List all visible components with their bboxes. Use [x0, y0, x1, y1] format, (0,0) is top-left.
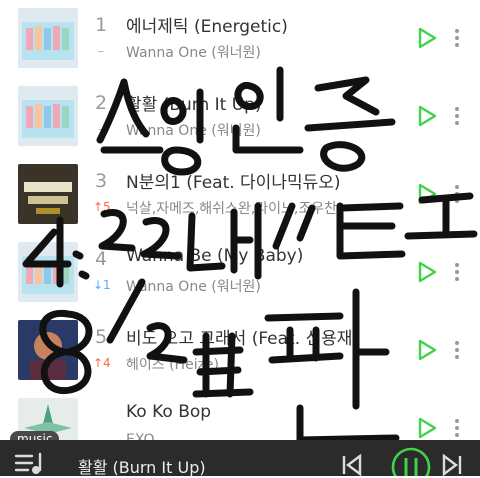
album-cover[interactable]: [18, 86, 78, 146]
song-row[interactable]: 5 ↑4 비도 오고 그래서 (Feat. 신용재) 헤이즈 (Heize): [0, 312, 480, 388]
album-cover[interactable]: [18, 164, 78, 224]
more-options-icon[interactable]: [450, 26, 464, 50]
rank-number: 3: [94, 170, 108, 192]
rank-change: ↓1: [93, 278, 111, 292]
play-icon[interactable]: [416, 26, 438, 50]
artist-name: Wanna One (워너원): [126, 279, 261, 295]
album-cover[interactable]: [18, 320, 78, 380]
more-options-icon[interactable]: [450, 260, 464, 284]
album-art-image: [18, 8, 78, 68]
playlist-icon[interactable]: [14, 452, 52, 474]
artist-name: 넉살,자메즈,해쉬스완,라이노,조우찬: [126, 201, 337, 217]
next-icon[interactable]: [442, 452, 464, 476]
more-options-icon[interactable]: [450, 182, 464, 206]
artist-name: 헤이즈 (Heize): [126, 357, 220, 373]
previous-icon[interactable]: [340, 452, 362, 476]
album-art-image: [18, 164, 78, 224]
song-row[interactable]: 3 ↑5 N분의1 (Feat. 다이나믹듀오) 넉살,자메즈,해쉬스완,라이노…: [0, 156, 480, 232]
more-options-icon[interactable]: [450, 338, 464, 362]
album-art-image: [18, 86, 78, 146]
rank-change: ↑5: [93, 200, 111, 214]
play-icon[interactable]: [416, 260, 438, 284]
song-row[interactable]: 2 – 활활 (Burn It Up) Wanna One (워너원): [0, 78, 480, 154]
more-options-icon[interactable]: [450, 104, 464, 128]
play-icon[interactable]: [416, 104, 438, 128]
rank-change: ↑4: [93, 356, 111, 370]
song-title: Wanna Be (My Baby): [126, 246, 304, 266]
play-icon[interactable]: [416, 182, 438, 206]
rank-number: 4: [94, 248, 108, 270]
rank-change: –: [98, 44, 104, 58]
album-cover[interactable]: [18, 8, 78, 68]
artist-name: Wanna One (워너원): [126, 123, 261, 139]
song-row[interactable]: 1 – 에너제틱 (Energetic) Wanna One (워너원): [0, 0, 480, 76]
rank-number: 1: [94, 14, 108, 36]
song-title: 에너제틱 (Energetic): [126, 17, 288, 37]
song-title: 활활 (Burn It Up): [126, 95, 262, 115]
song-row[interactable]: 4 ↓1 Wanna Be (My Baby) Wanna One (워너원): [0, 234, 480, 310]
album-cover[interactable]: [18, 242, 78, 302]
play-icon[interactable]: [416, 416, 438, 440]
song-title: N분의1 (Feat. 다이나믹듀오): [126, 173, 341, 193]
artist-name: Wanna One (워너원): [126, 45, 261, 61]
rank-number: 2: [94, 92, 108, 114]
play-icon[interactable]: [416, 338, 438, 362]
more-options-icon[interactable]: [450, 416, 464, 440]
rank-number: 5: [94, 326, 108, 348]
song-title: Ko Ko Bop: [126, 402, 212, 422]
album-art-image: [18, 242, 78, 302]
now-playing-title[interactable]: 활활 (Burn It Up): [78, 454, 206, 478]
rank-change: –: [98, 122, 104, 136]
pause-icon[interactable]: [390, 446, 432, 476]
song-title: 비도 오고 그래서 (Feat. 신용재): [126, 329, 360, 349]
album-art-image: [18, 320, 78, 380]
